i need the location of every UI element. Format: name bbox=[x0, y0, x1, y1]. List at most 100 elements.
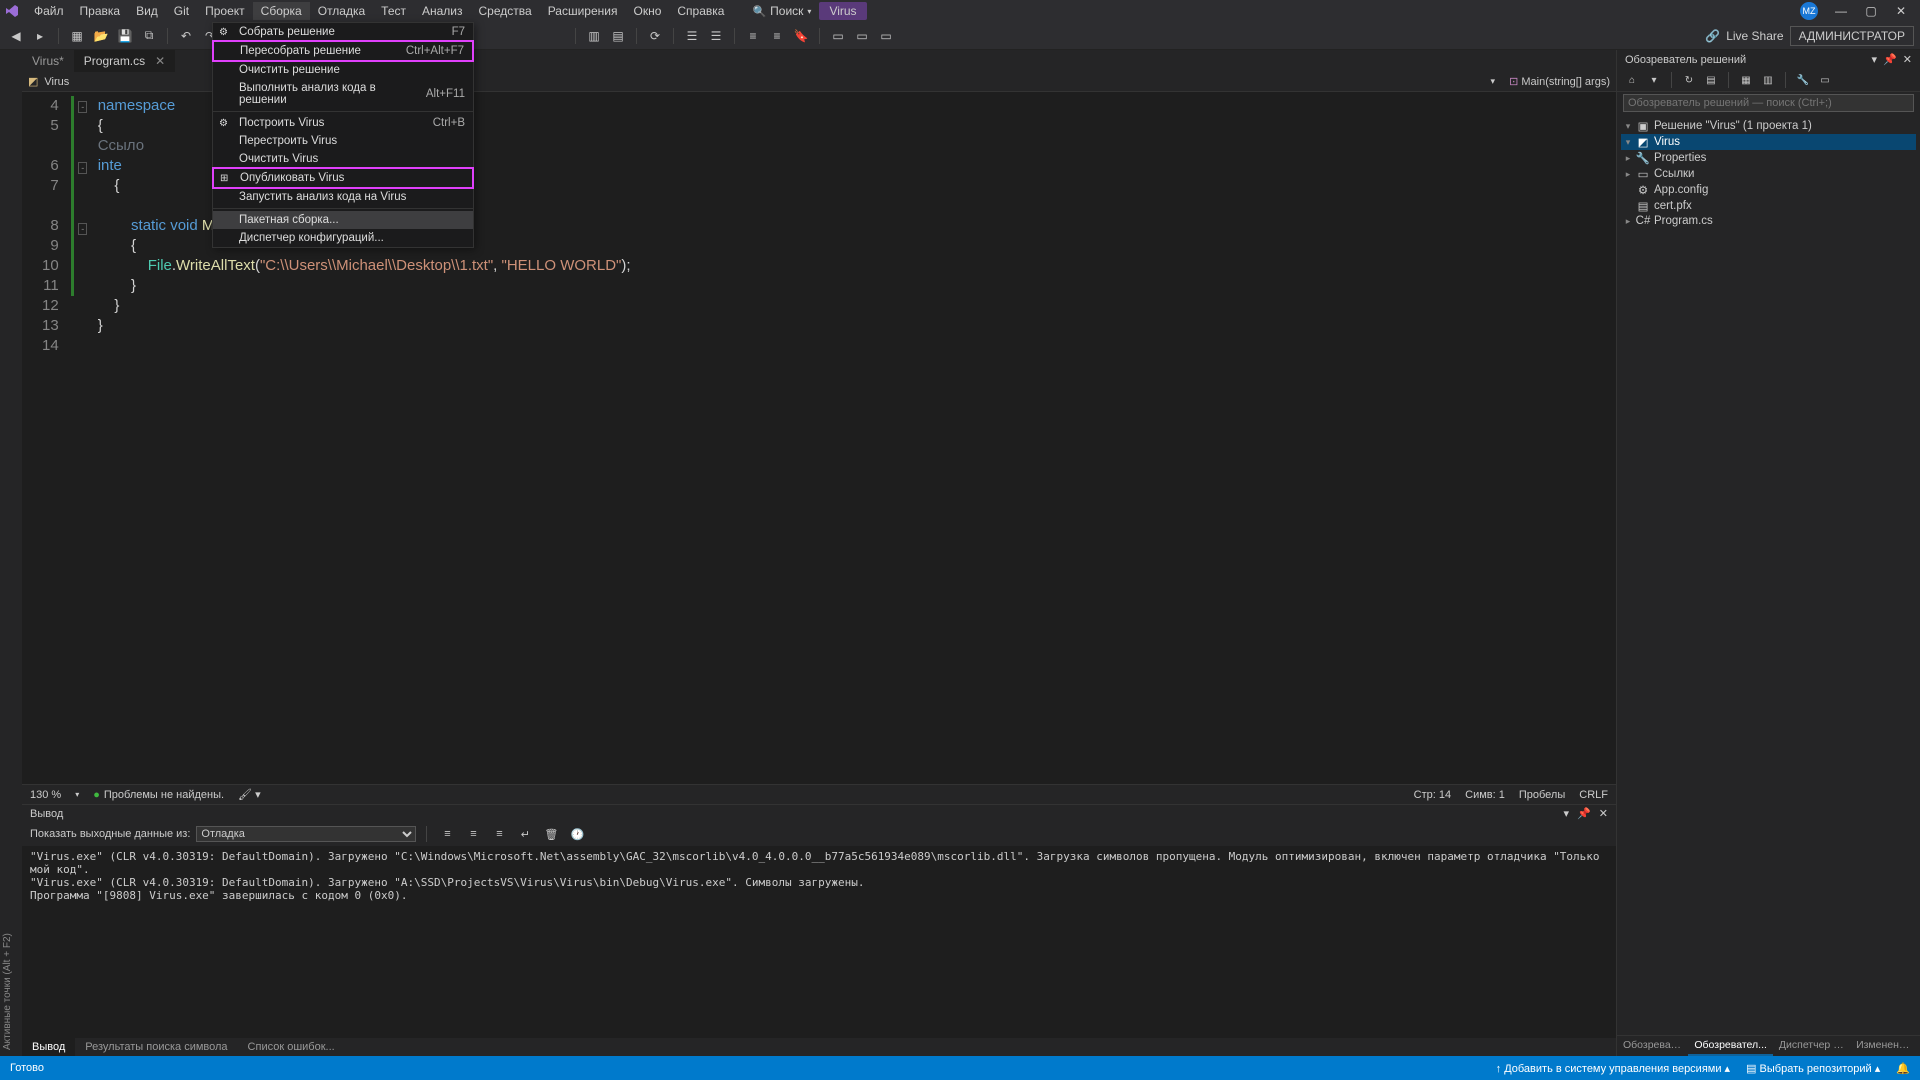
solution-tree[interactable]: ▾▣Решение "Virus" (1 проекта 1)▾◩Virus▸🔧… bbox=[1617, 114, 1920, 1035]
out-tool-icon3[interactable]: ≡ bbox=[489, 824, 509, 844]
tree-node[interactable]: ▤cert.pfx bbox=[1621, 198, 1916, 214]
t-icon6[interactable]: ≡ bbox=[743, 26, 763, 46]
nav-fwd-icon[interactable]: ▸ bbox=[30, 26, 50, 46]
window-dropdown-icon[interactable]: ▾ bbox=[1564, 807, 1570, 820]
bookmark-icon[interactable]: 🔖 bbox=[791, 26, 811, 46]
brush-icon[interactable]: 🖌 ▾ bbox=[238, 788, 261, 801]
output-tab[interactable]: Вывод bbox=[22, 1038, 75, 1056]
pin-icon[interactable]: 📌 bbox=[1577, 807, 1591, 820]
add-to-source-control[interactable]: ↑ Добавить в систему управления версиями… bbox=[1496, 1062, 1730, 1075]
zoom-dropdown-icon[interactable]: ▾ bbox=[75, 790, 79, 799]
output-body[interactable]: "Virus.exe" (CLR v4.0.30319: DefaultDoma… bbox=[22, 846, 1616, 1038]
open-icon[interactable]: 📂 bbox=[91, 26, 111, 46]
indent-mode[interactable]: Пробелы bbox=[1519, 789, 1565, 801]
window-dropdown-icon[interactable]: ▾ bbox=[1872, 53, 1878, 66]
close-tab-icon[interactable]: ✕ bbox=[155, 54, 165, 68]
menu-Анализ[interactable]: Анализ bbox=[414, 2, 471, 20]
menu-Вид[interactable]: Вид bbox=[128, 2, 166, 20]
output-source-select[interactable]: Отладка bbox=[196, 826, 416, 842]
output-tab[interactable]: Результаты поиска символа bbox=[75, 1038, 237, 1056]
showall-icon[interactable]: ▤ bbox=[1702, 71, 1720, 89]
menu-Окно[interactable]: Окно bbox=[625, 2, 669, 20]
save-all-icon[interactable]: ⧉ bbox=[139, 26, 159, 46]
user-avatar[interactable]: MZ bbox=[1800, 2, 1818, 20]
se-icon2[interactable]: ▦ bbox=[1737, 71, 1755, 89]
t-icon4[interactable]: ☰ bbox=[682, 26, 702, 46]
close-solexp-icon[interactable]: ✕ bbox=[1903, 53, 1912, 66]
solexp-search-input[interactable] bbox=[1623, 94, 1914, 112]
ctx-item[interactable]: Очистить Virus bbox=[213, 150, 473, 168]
se-icon3[interactable]: ▥ bbox=[1759, 71, 1777, 89]
tree-node[interactable]: ▾▣Решение "Virus" (1 проекта 1) bbox=[1621, 118, 1916, 134]
lineending-mode[interactable]: CRLF bbox=[1579, 789, 1608, 801]
menu-Проект[interactable]: Проект bbox=[197, 2, 253, 20]
ctx-item[interactable]: Очистить решение bbox=[213, 61, 473, 79]
breadcrumb-project[interactable]: Virus bbox=[44, 76, 69, 88]
t-icon5[interactable]: ☰ bbox=[706, 26, 726, 46]
solexp-tab[interactable]: Обозревател... bbox=[1617, 1036, 1688, 1056]
breadcrumb-member[interactable]: ⊡ Main(string[] args) bbox=[1509, 75, 1610, 88]
doc-tab[interactable]: Virus* bbox=[22, 50, 74, 72]
ctx-item[interactable]: ⚙Собрать решениеF7 bbox=[213, 23, 473, 41]
ctx-item[interactable]: Пересобрать решениеCtrl+Alt+F7 bbox=[212, 40, 474, 62]
tree-node[interactable]: ⚙App.config bbox=[1621, 182, 1916, 198]
live-share-label[interactable]: Live Share bbox=[1726, 29, 1783, 43]
t-icon2[interactable]: ▤ bbox=[608, 26, 628, 46]
ctx-item[interactable]: ⊞Опубликовать Virus bbox=[212, 167, 474, 189]
menu-Файл[interactable]: Файл bbox=[26, 2, 72, 20]
tree-node[interactable]: ▾◩Virus bbox=[1621, 134, 1916, 150]
wrap-icon[interactable]: ↵ bbox=[515, 824, 535, 844]
tree-node[interactable]: ▸C#Program.cs bbox=[1621, 214, 1916, 228]
ctx-item[interactable]: Диспетчер конфигураций... bbox=[213, 229, 473, 247]
t-icon8[interactable]: ▭ bbox=[828, 26, 848, 46]
doc-tab[interactable]: Program.cs✕ bbox=[74, 50, 175, 72]
output-tab[interactable]: Список ошибок... bbox=[238, 1038, 345, 1056]
out-tool-icon[interactable]: ≡ bbox=[437, 824, 457, 844]
se-icon[interactable]: ▾ bbox=[1645, 71, 1663, 89]
clock-icon[interactable]: 🕐 bbox=[567, 824, 587, 844]
solexp-tab[interactable]: Диспетчер сво... bbox=[1773, 1036, 1850, 1056]
tree-node[interactable]: ▸🔧Properties bbox=[1621, 150, 1916, 166]
ctx-item[interactable]: Перестроить Virus bbox=[213, 132, 473, 150]
menu-Отладка[interactable]: Отладка bbox=[310, 2, 373, 20]
left-gutter-label[interactable]: Активные точки (Alt + F2) bbox=[0, 50, 22, 1056]
refresh-icon[interactable]: ↻ bbox=[1680, 71, 1698, 89]
menu-Справка[interactable]: Справка bbox=[669, 2, 732, 20]
pin-icon[interactable]: 📌 bbox=[1883, 53, 1897, 66]
close-output-icon[interactable]: ✕ bbox=[1599, 807, 1608, 820]
close-button[interactable]: ✕ bbox=[1886, 2, 1916, 20]
solution-target[interactable]: Virus bbox=[819, 2, 866, 20]
save-icon[interactable]: 💾 bbox=[115, 26, 135, 46]
clear-icon[interactable]: 🗑 bbox=[541, 824, 561, 844]
t-icon[interactable]: ▥ bbox=[584, 26, 604, 46]
method-dropdown-icon[interactable]: ▾ bbox=[1491, 76, 1496, 87]
t-icon9[interactable]: ▭ bbox=[852, 26, 872, 46]
out-tool-icon2[interactable]: ≡ bbox=[463, 824, 483, 844]
notifications-icon[interactable]: 🔔 bbox=[1896, 1062, 1910, 1075]
t-icon3[interactable]: ⟳ bbox=[645, 26, 665, 46]
nav-back-icon[interactable]: ◀ bbox=[6, 26, 26, 46]
new-project-icon[interactable]: ▦ bbox=[67, 26, 87, 46]
solexp-tab[interactable]: Изменения Git bbox=[1850, 1036, 1920, 1056]
tree-node[interactable]: ▸▭Ссылки bbox=[1621, 166, 1916, 182]
menu-search[interactable]: 🔍 Поиск ▾ bbox=[752, 4, 811, 18]
ctx-item[interactable]: ⚙Построить VirusCtrl+B bbox=[213, 114, 473, 132]
t-icon7[interactable]: ≡ bbox=[767, 26, 787, 46]
ctx-item[interactable]: Выполнить анализ кода в решенииAlt+F11 bbox=[213, 79, 473, 109]
menu-Тест[interactable]: Тест bbox=[373, 2, 414, 20]
undo-icon[interactable]: ↶ bbox=[176, 26, 196, 46]
menu-Правка[interactable]: Правка bbox=[72, 2, 129, 20]
se-icon4[interactable]: ▭ bbox=[1816, 71, 1834, 89]
zoom-level[interactable]: 130 % bbox=[30, 789, 61, 801]
ctx-item[interactable]: Пакетная сборка... bbox=[213, 211, 473, 229]
maximize-button[interactable]: ▢ bbox=[1856, 2, 1886, 20]
select-repo[interactable]: ▤ Выбрать репозиторий ▴ bbox=[1746, 1062, 1880, 1075]
t-icon10[interactable]: ▭ bbox=[876, 26, 896, 46]
minimize-button[interactable]: — bbox=[1826, 2, 1856, 20]
problems-status[interactable]: Проблемы не найдены. bbox=[104, 789, 224, 801]
menu-Расширения[interactable]: Расширения bbox=[540, 2, 626, 20]
properties-icon[interactable]: 🔧 bbox=[1794, 71, 1812, 89]
ctx-item[interactable]: Запустить анализ кода на Virus bbox=[213, 188, 473, 206]
live-share-icon[interactable]: 🔗 bbox=[1705, 29, 1720, 43]
solexp-tab[interactable]: Обозревател... bbox=[1688, 1036, 1773, 1056]
